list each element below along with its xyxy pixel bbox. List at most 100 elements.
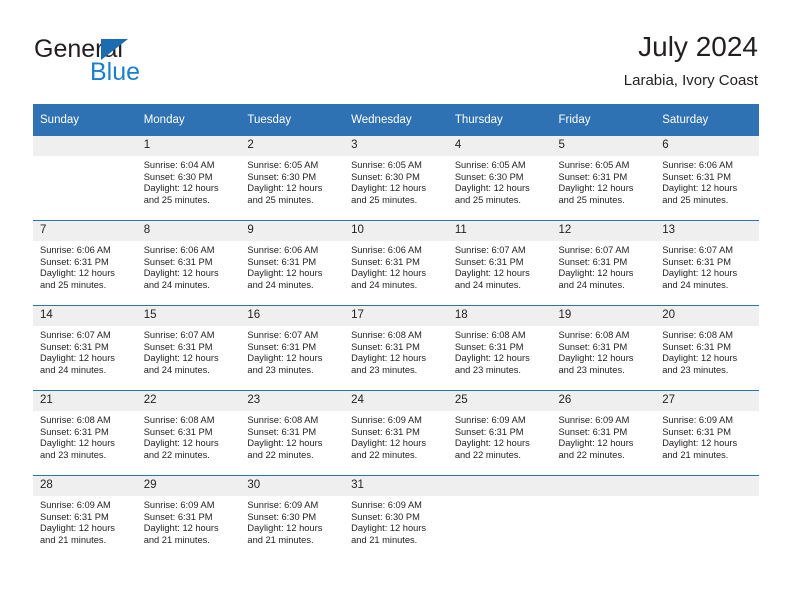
calendar-day-cell[interactable]: 21 Sunrise: 6:08 AM Sunset: 6:31 PM Dayligh… [33, 390, 137, 476]
daylight-duration-line2: and 25 minutes. [351, 194, 418, 205]
day-details: Sunrise: 6:07 AM Sunset: 6:31 PM Daylight:… [655, 241, 759, 299]
calendar-day-cell[interactable]: 8 Sunrise: 6:06 AM Sunset: 6:31 PM Daylight… [136, 220, 241, 306]
calendar-day-cell[interactable]: 20 Sunrise: 6:08 AM Sunset: 6:31 PM Dayligh… [655, 305, 759, 391]
day-details: Sunrise: 6:08 AM Sunset: 6:31 PM Daylight:… [33, 411, 137, 469]
sunrise-time: Sunrise: 6:08 AM [351, 330, 422, 340]
day-details: Sunrise: 6:09 AM Sunset: 6:31 PM Daylight:… [655, 411, 759, 469]
day-number: 2 [240, 136, 345, 156]
sunset-time: Sunset: 6:31 PM [558, 341, 628, 352]
daylight-duration-line1: Daylight: 12 hours [558, 438, 634, 449]
sunset-time: Sunset: 6:31 PM [351, 341, 420, 352]
day-cell-inner: 16 Sunrise: 6:07 AM Sunset: 6:31 PM Dayligh… [240, 306, 345, 390]
daylight-duration-line2: and 21 minutes. [40, 534, 107, 545]
daylight-duration-line1: Daylight: 12 hours [143, 183, 219, 194]
calendar-day-cell[interactable]: 31 Sunrise: 6:09 AM Sunset: 6:30 PM Dayligh… [344, 475, 448, 560]
daylight-duration-line1: Daylight: 12 hours [247, 523, 323, 534]
day-cell-inner: 23 Sunrise: 6:08 AM Sunset: 6:31 PM Dayligh… [240, 391, 345, 475]
calendar-day-cell[interactable]: 7 Sunrise: 6:06 AM Sunset: 6:31 PM Daylight… [33, 220, 137, 306]
logo-text-blue: Blue [90, 58, 141, 86]
calendar-day-cell[interactable]: 1 Sunrise: 6:04 AM Sunset: 6:30 PM Daylight… [136, 136, 241, 221]
title-block: July 2024 Larabia, Ivory Coast [624, 30, 758, 92]
calendar-day-cell[interactable]: 23 Sunrise: 6:08 AM Sunset: 6:31 PM Dayligh… [240, 390, 345, 476]
calendar-day-cell[interactable]: 12 Sunrise: 6:07 AM Sunset: 6:31 PM Dayligh… [551, 220, 656, 306]
sunrise-time: Sunrise: 6:08 AM [662, 330, 734, 340]
day-details: Sunrise: 6:09 AM Sunset: 6:30 PM Daylight:… [240, 496, 344, 554]
daylight-duration-line1: Daylight: 12 hours [662, 353, 738, 364]
calendar-day-cell[interactable]: 3 Sunrise: 6:05 AM Sunset: 6:30 PM Daylight… [344, 136, 448, 221]
day-number: 27 [655, 391, 759, 411]
weekday-header-friday: Friday [551, 104, 656, 136]
weekday-header-saturday: Saturday [655, 104, 759, 136]
day-cell-inner: 11 Sunrise: 6:07 AM Sunset: 6:31 PM Dayligh… [447, 221, 552, 305]
daylight-duration-line1: Daylight: 12 hours [454, 438, 530, 449]
sunrise-time: Sunrise: 6:07 AM [454, 245, 526, 255]
sunrise-time: Sunrise: 6:09 AM [662, 415, 734, 425]
calendar-day-cell[interactable]: 17 Sunrise: 6:08 AM Sunset: 6:31 PM Dayligh… [344, 305, 448, 391]
daylight-duration-line1: Daylight: 12 hours [351, 353, 427, 364]
day-details: Sunrise: 6:09 AM Sunset: 6:30 PM Daylight:… [344, 496, 448, 554]
calendar-day-cell[interactable]: 26 Sunrise: 6:09 AM Sunset: 6:31 PM Dayligh… [551, 390, 656, 476]
calendar-day-cell[interactable]: 28 Sunrise: 6:09 AM Sunset: 6:31 PM Dayligh… [33, 475, 137, 560]
calendar-day-cell[interactable]: 24 Sunrise: 6:09 AM Sunset: 6:31 PM Dayligh… [344, 390, 448, 476]
calendar-day-cell[interactable]: 29 Sunrise: 6:09 AM Sunset: 6:31 PM Dayligh… [136, 475, 241, 560]
sunrise-time: Sunrise: 6:08 AM [247, 415, 319, 425]
calendar-day-cell[interactable]: 10 Sunrise: 6:06 AM Sunset: 6:31 PM Dayligh… [344, 220, 448, 306]
calendar-day-cell[interactable]: 16 Sunrise: 6:07 AM Sunset: 6:31 PM Dayligh… [240, 305, 345, 391]
daylight-duration-line2: and 25 minutes. [662, 194, 729, 205]
day-details: Sunrise: 6:06 AM Sunset: 6:31 PM Daylight:… [655, 156, 759, 214]
calendar-day-cell[interactable]: 14 Sunrise: 6:07 AM Sunset: 6:31 PM Dayligh… [33, 305, 137, 391]
daylight-duration-line2: and 25 minutes. [40, 279, 107, 290]
calendar-day-cell[interactable]: 5 Sunrise: 6:05 AM Sunset: 6:31 PM Daylight… [551, 136, 656, 221]
calendar-header: Sunday Monday Tuesday Wednesday Thursday… [33, 104, 759, 136]
calendar-empty-cell [33, 136, 137, 221]
sunrise-time: Sunrise: 6:06 AM [351, 245, 422, 255]
day-number: 26 [551, 391, 656, 411]
sunrise-time: Sunrise: 6:09 AM [558, 415, 630, 425]
calendar-day-cell[interactable]: 30 Sunrise: 6:09 AM Sunset: 6:30 PM Dayligh… [240, 475, 345, 560]
day-cell-inner: 19 Sunrise: 6:08 AM Sunset: 6:31 PM Dayligh… [551, 306, 656, 390]
day-cell-inner: 1 Sunrise: 6:04 AM Sunset: 6:30 PM Daylight… [136, 136, 241, 220]
calendar-day-cell[interactable]: 25 Sunrise: 6:09 AM Sunset: 6:31 PM Dayligh… [447, 390, 552, 476]
day-number: 13 [655, 221, 759, 241]
calendar-day-cell[interactable]: 18 Sunrise: 6:08 AM Sunset: 6:31 PM Dayligh… [447, 305, 552, 391]
day-number: 1 [136, 136, 241, 156]
day-number: 8 [136, 221, 241, 241]
sunset-time: Sunset: 6:31 PM [143, 426, 213, 437]
daylight-duration-line2: and 25 minutes. [247, 194, 314, 205]
daylight-duration-line2: and 23 minutes. [454, 364, 521, 375]
calendar-day-cell[interactable]: 4 Sunrise: 6:05 AM Sunset: 6:30 PM Daylight… [447, 136, 552, 221]
day-number [655, 476, 759, 496]
calendar-day-cell[interactable]: 9 Sunrise: 6:06 AM Sunset: 6:31 PM Daylight… [240, 220, 345, 306]
general-blue-logo[interactable]: General Blue [34, 36, 234, 90]
day-cell-inner: 27 Sunrise: 6:09 AM Sunset: 6:31 PM Dayligh… [655, 391, 759, 475]
daylight-duration-line2: and 22 minutes. [558, 449, 625, 460]
day-details: Sunrise: 6:05 AM Sunset: 6:30 PM Daylight:… [448, 156, 552, 214]
sunrise-time: Sunrise: 6:05 AM [558, 160, 630, 170]
calendar-day-cell[interactable]: 13 Sunrise: 6:07 AM Sunset: 6:31 PM Dayligh… [655, 220, 759, 306]
day-number: 15 [136, 306, 241, 326]
daylight-duration-line1: Daylight: 12 hours [247, 183, 323, 194]
day-details: Sunrise: 6:05 AM Sunset: 6:31 PM Daylight:… [552, 156, 656, 214]
calendar-day-cell[interactable]: 27 Sunrise: 6:09 AM Sunset: 6:31 PM Dayligh… [655, 390, 759, 476]
calendar-day-cell[interactable]: 15 Sunrise: 6:07 AM Sunset: 6:31 PM Dayligh… [136, 305, 241, 391]
calendar-day-cell[interactable]: 11 Sunrise: 6:07 AM Sunset: 6:31 PM Dayligh… [447, 220, 552, 306]
daylight-duration-line2: and 21 minutes. [247, 534, 314, 545]
day-number: 23 [240, 391, 345, 411]
daylight-duration-line1: Daylight: 12 hours [143, 353, 219, 364]
sunset-time: Sunset: 6:31 PM [662, 341, 731, 352]
daylight-duration-line1: Daylight: 12 hours [351, 438, 427, 449]
weekday-header-sunday: Sunday [33, 104, 137, 136]
day-cell-inner: 24 Sunrise: 6:09 AM Sunset: 6:31 PM Dayligh… [344, 391, 448, 475]
calendar-day-cell[interactable]: 2 Sunrise: 6:05 AM Sunset: 6:30 PM Daylight… [240, 136, 345, 221]
sunset-time: Sunset: 6:31 PM [558, 256, 628, 267]
daylight-duration-line2: and 24 minutes. [454, 279, 521, 290]
calendar-day-cell[interactable]: 22 Sunrise: 6:08 AM Sunset: 6:31 PM Dayligh… [136, 390, 241, 476]
daylight-duration-line2: and 24 minutes. [40, 364, 107, 375]
daylight-duration-line2: and 24 minutes. [662, 279, 729, 290]
calendar-day-cell[interactable]: 6 Sunrise: 6:06 AM Sunset: 6:31 PM Daylight… [655, 136, 759, 221]
sunset-time: Sunset: 6:31 PM [454, 256, 524, 267]
calendar-day-cell[interactable]: 19 Sunrise: 6:08 AM Sunset: 6:31 PM Dayligh… [551, 305, 656, 391]
sunrise-time: Sunrise: 6:09 AM [351, 500, 422, 510]
sunset-time: Sunset: 6:31 PM [40, 256, 109, 267]
sunset-time: Sunset: 6:31 PM [247, 341, 317, 352]
